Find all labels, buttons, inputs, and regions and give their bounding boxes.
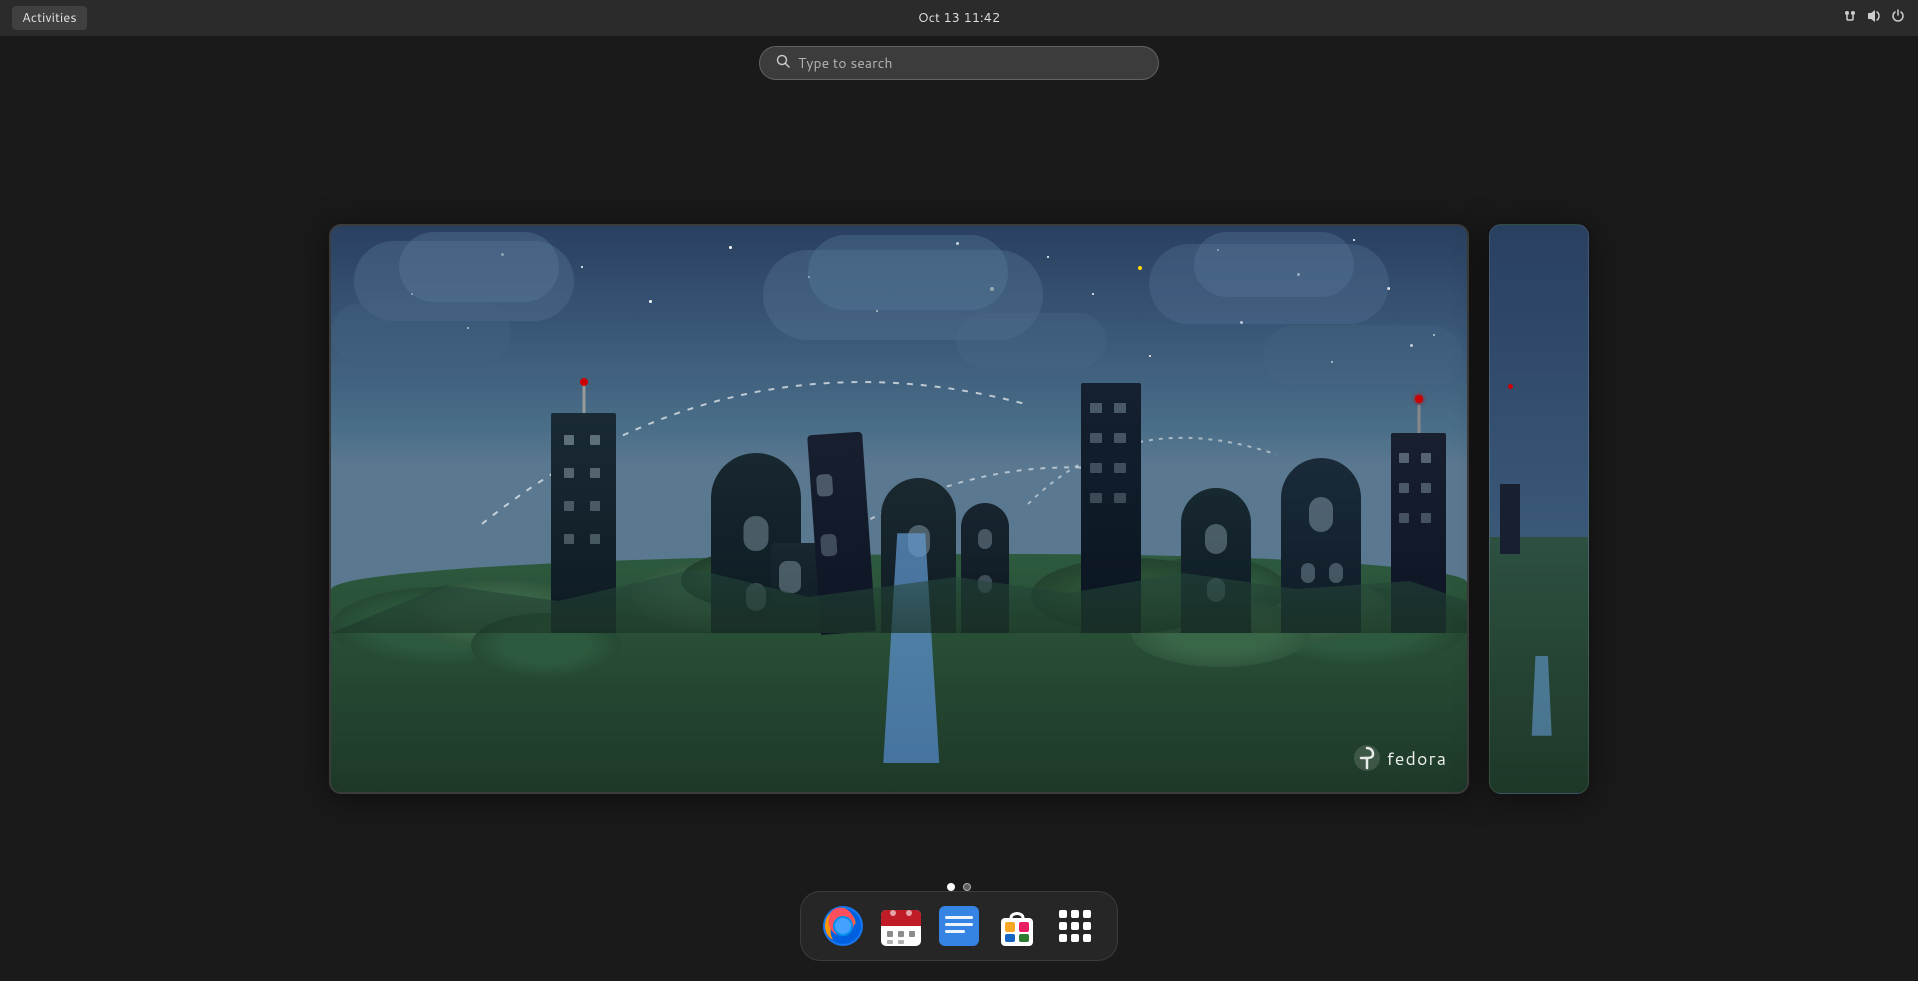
volume-icon[interactable] bbox=[1866, 8, 1882, 29]
grid-dot-6 bbox=[1083, 922, 1091, 930]
grid-dot-1 bbox=[1059, 910, 1067, 918]
grid-dots bbox=[1059, 910, 1091, 942]
system-tray bbox=[1842, 8, 1906, 29]
fedora-logo: fedora bbox=[1353, 744, 1447, 772]
fedora-f-icon bbox=[1353, 744, 1381, 772]
grid-dot-3 bbox=[1083, 910, 1091, 918]
calendar-icon bbox=[877, 902, 925, 950]
side-desktop-thumbnail[interactable] bbox=[1489, 224, 1589, 794]
dock-item-notes[interactable] bbox=[933, 900, 985, 952]
workspace-area: fedora bbox=[0, 36, 1918, 981]
appgrid-icon bbox=[1051, 902, 1099, 950]
power-icon[interactable] bbox=[1890, 8, 1906, 29]
workspace-dot-1[interactable] bbox=[947, 883, 955, 891]
search-bar[interactable] bbox=[759, 46, 1159, 80]
grid-dot-4 bbox=[1059, 922, 1067, 930]
search-icon bbox=[776, 53, 790, 73]
dock-item-appgrid[interactable] bbox=[1049, 900, 1101, 952]
workspace-dot-2[interactable] bbox=[963, 883, 971, 891]
dock-item-software[interactable] bbox=[991, 900, 1043, 952]
grid-dot-5 bbox=[1071, 922, 1079, 930]
search-input[interactable] bbox=[798, 53, 1142, 73]
activities-button[interactable]: Activities bbox=[12, 6, 87, 30]
firefox-icon bbox=[819, 902, 867, 950]
fedora-text-label: fedora bbox=[1387, 745, 1447, 771]
grid-dot-7 bbox=[1059, 934, 1067, 942]
grid-dot-2 bbox=[1071, 910, 1079, 918]
software-icon bbox=[993, 902, 1041, 950]
dock-item-calendar[interactable] bbox=[875, 900, 927, 952]
main-desktop-thumbnail[interactable]: fedora bbox=[329, 224, 1469, 794]
clock: Oct 13 11:42 bbox=[918, 9, 1000, 27]
notes-icon bbox=[935, 902, 983, 950]
dock bbox=[800, 891, 1118, 961]
workspace-dots bbox=[947, 883, 971, 891]
wallpaper: fedora bbox=[331, 226, 1467, 792]
grid-dot-8 bbox=[1071, 934, 1079, 942]
dock-item-firefox[interactable] bbox=[817, 900, 869, 952]
top-bar: Activities Oct 13 11:42 bbox=[0, 0, 1918, 36]
grid-dot-9 bbox=[1083, 934, 1091, 942]
search-container bbox=[759, 46, 1159, 80]
display-icon[interactable] bbox=[1842, 8, 1858, 29]
